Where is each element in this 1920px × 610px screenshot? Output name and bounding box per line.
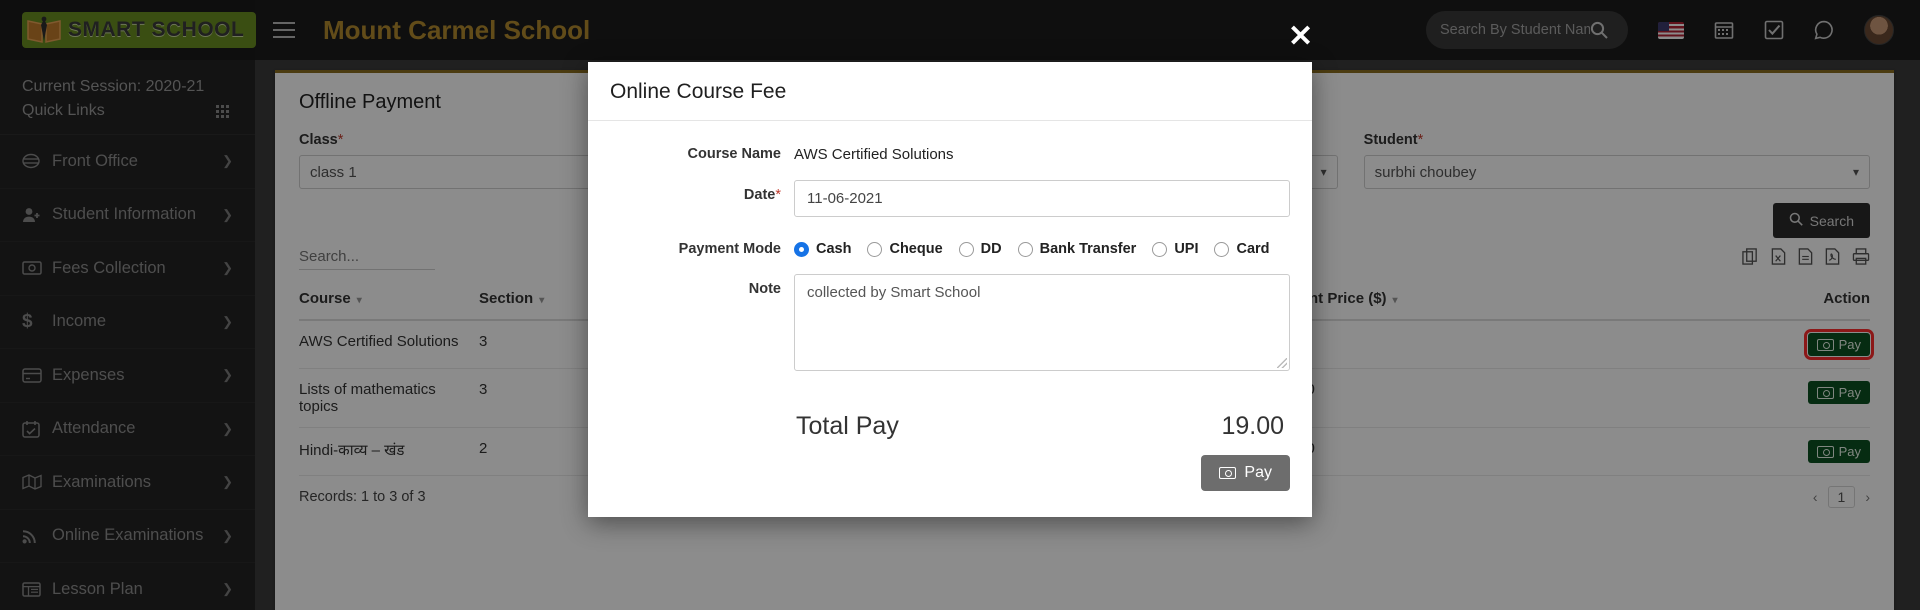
date-row: Date* 11-06-2021 — [610, 180, 1290, 217]
total-pay-label: Total Pay — [796, 412, 899, 440]
note-row: Note collected by Smart School — [610, 274, 1290, 371]
radio-dot-icon — [1152, 241, 1168, 257]
modal-body: Course Name AWS Certified Solutions Date… — [588, 121, 1312, 394]
note-label: Note — [748, 281, 781, 297]
note-value: collected by Smart School — [807, 284, 981, 301]
modal-pay-button[interactable]: Pay — [1201, 455, 1290, 491]
close-icon[interactable]: ✕ — [1288, 22, 1313, 52]
modal-title: Online Course Fee — [610, 80, 787, 103]
radio-dot-icon — [958, 241, 974, 257]
radio-cash[interactable]: Cash — [794, 241, 851, 257]
modal-header: Online Course Fee — [588, 62, 1312, 121]
radio-bank-transfer[interactable]: Bank Transfer — [1017, 241, 1137, 257]
resize-handle[interactable] — [1277, 358, 1287, 368]
radio-dot-icon — [1214, 241, 1230, 257]
date-label: Date* — [610, 180, 794, 203]
modal-pay-button-label: Pay — [1244, 464, 1272, 481]
payment-mode-row: Payment Mode Cash Cheque DD Bank Transfe… — [610, 234, 1290, 257]
radio-card[interactable]: Card — [1214, 241, 1270, 257]
radio-cheque[interactable]: Cheque — [867, 241, 943, 257]
money-icon — [1219, 467, 1237, 479]
radio-label: Cheque — [889, 241, 943, 257]
radio-dd[interactable]: DD — [958, 241, 1002, 257]
total-row: Total Pay 19.00 — [588, 394, 1312, 449]
note-textarea[interactable]: collected by Smart School — [794, 274, 1290, 371]
total-pay-value: 19.00 — [1221, 412, 1284, 440]
radio-label: Cash — [816, 241, 852, 257]
radio-dot-icon — [867, 241, 883, 257]
radio-label: Bank Transfer — [1039, 241, 1137, 257]
course-name-value: AWS Certified Solutions — [794, 146, 954, 163]
radio-label: DD — [980, 241, 1002, 257]
radio-label: UPI — [1174, 241, 1199, 257]
radio-dot-icon — [1017, 241, 1033, 257]
course-name-label: Course Name — [687, 146, 781, 162]
radio-label: Card — [1236, 241, 1270, 257]
app-root: SMART SCHOOL Current Session: 2020-21 Qu… — [0, 0, 1920, 610]
online-course-fee-modal: Online Course Fee Course Name AWS Certif… — [588, 62, 1312, 517]
payment-mode-options: Cash Cheque DD Bank Transfer UPI Card — [794, 234, 1270, 257]
modal-footer: Pay — [588, 449, 1312, 517]
date-input[interactable]: 11-06-2021 — [794, 180, 1290, 217]
radio-upi[interactable]: UPI — [1152, 241, 1198, 257]
date-label-text: Date — [743, 187, 776, 203]
course-name-row: Course Name AWS Certified Solutions — [610, 139, 1290, 163]
radio-dot-selected-icon — [794, 241, 809, 257]
payment-mode-label: Payment Mode — [678, 241, 781, 257]
date-input-value: 11-06-2021 — [807, 190, 883, 207]
required-marker: * — [775, 187, 781, 203]
